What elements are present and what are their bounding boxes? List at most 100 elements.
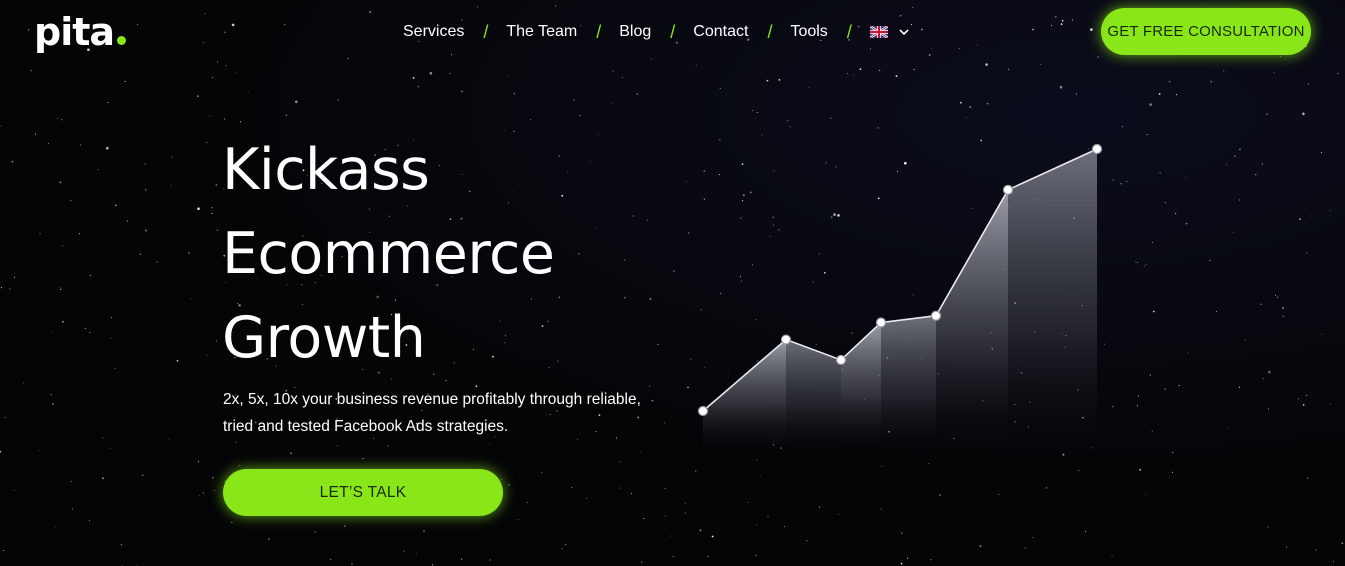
star xyxy=(285,114,287,116)
star xyxy=(541,472,543,474)
language-switcher[interactable] xyxy=(869,26,909,38)
star xyxy=(636,93,638,95)
star xyxy=(1273,72,1275,74)
star xyxy=(703,170,706,173)
nav-item-contact[interactable]: Contact xyxy=(693,23,748,41)
star xyxy=(1306,252,1308,254)
star xyxy=(985,63,988,66)
star xyxy=(1146,134,1148,136)
star xyxy=(761,134,763,136)
star xyxy=(1171,471,1174,473)
star xyxy=(1008,68,1010,70)
star xyxy=(1185,176,1187,178)
star xyxy=(517,519,519,521)
star xyxy=(1144,493,1146,495)
star xyxy=(60,287,62,289)
star xyxy=(1071,19,1073,21)
star xyxy=(1034,199,1036,201)
star xyxy=(70,480,72,482)
star xyxy=(741,163,744,166)
star xyxy=(231,521,233,524)
star xyxy=(835,166,837,168)
star xyxy=(573,98,575,101)
star xyxy=(369,11,371,13)
star xyxy=(830,216,833,219)
star xyxy=(825,162,827,164)
star xyxy=(707,555,709,557)
get-free-consultation-button[interactable]: GET FREE CONSULTATION xyxy=(1101,8,1311,55)
star xyxy=(650,58,652,60)
chevron-down-icon xyxy=(899,28,909,35)
star xyxy=(1139,468,1142,471)
star xyxy=(88,519,91,522)
hero-section: pita Services / The Team / Blog / Contac… xyxy=(0,0,1345,566)
star xyxy=(1266,113,1268,116)
star xyxy=(1060,23,1063,25)
star xyxy=(290,452,292,455)
nav-item-blog[interactable]: Blog xyxy=(619,23,651,41)
star xyxy=(921,28,923,31)
star xyxy=(1315,549,1317,551)
nav-item-the-team[interactable]: The Team xyxy=(506,23,577,41)
star xyxy=(224,31,226,33)
star xyxy=(938,494,941,496)
star xyxy=(488,444,490,446)
star xyxy=(937,373,939,375)
star xyxy=(751,264,753,266)
star xyxy=(144,163,146,165)
star xyxy=(500,478,503,481)
star xyxy=(586,497,588,499)
star xyxy=(886,356,889,359)
star xyxy=(1034,331,1036,333)
star xyxy=(1137,395,1139,397)
star xyxy=(423,530,425,533)
star xyxy=(1279,55,1281,57)
star xyxy=(1268,370,1271,374)
star xyxy=(901,532,903,534)
star xyxy=(1267,526,1269,528)
star xyxy=(640,451,642,453)
star xyxy=(89,274,91,276)
star xyxy=(742,194,745,197)
pita-logo[interactable]: pita xyxy=(34,10,127,54)
star xyxy=(120,544,122,546)
star xyxy=(1159,172,1161,174)
star xyxy=(284,24,286,26)
star xyxy=(1078,470,1080,472)
star xyxy=(778,229,780,231)
star xyxy=(476,6,478,8)
star xyxy=(1210,80,1213,83)
star xyxy=(863,398,865,400)
nav-item-services[interactable]: Services xyxy=(403,23,464,41)
lets-talk-button[interactable]: LET’S TALK xyxy=(223,469,503,516)
star xyxy=(1260,303,1262,305)
star xyxy=(295,100,298,104)
star xyxy=(429,72,433,75)
star xyxy=(1050,25,1053,27)
star xyxy=(571,487,573,489)
star xyxy=(204,12,206,15)
star xyxy=(643,517,645,520)
star xyxy=(632,215,634,217)
star xyxy=(506,74,509,76)
star xyxy=(878,374,880,376)
star xyxy=(879,69,881,71)
star xyxy=(823,271,826,274)
star xyxy=(142,474,144,476)
star xyxy=(554,5,557,7)
star xyxy=(1337,72,1339,75)
nav-item-tools[interactable]: Tools xyxy=(790,23,827,41)
star xyxy=(990,332,992,334)
star xyxy=(336,444,338,447)
star xyxy=(1065,335,1067,337)
star xyxy=(589,161,591,163)
star xyxy=(664,422,666,424)
star xyxy=(557,360,559,362)
star xyxy=(991,347,994,350)
star xyxy=(838,361,840,363)
star xyxy=(60,288,62,290)
star xyxy=(703,198,705,200)
star xyxy=(1077,389,1079,391)
star xyxy=(202,492,204,494)
star xyxy=(895,75,898,77)
